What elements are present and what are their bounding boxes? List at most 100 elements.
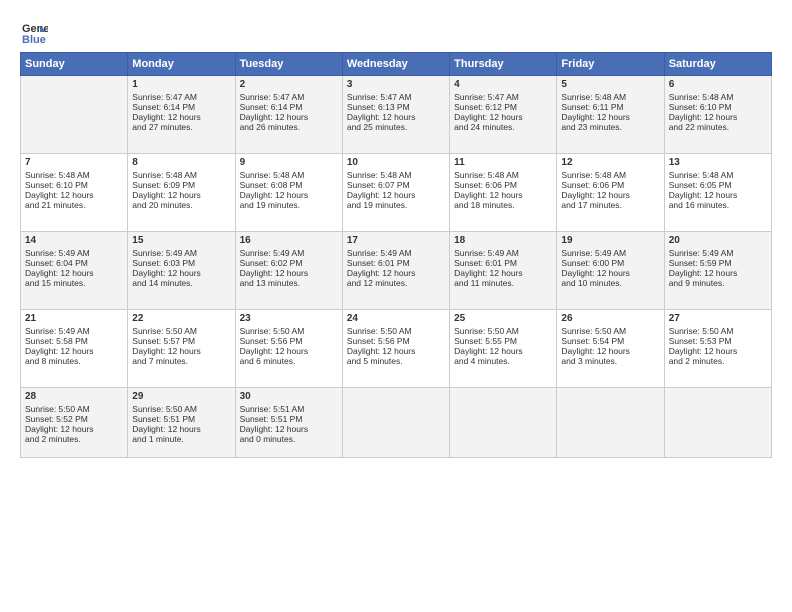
day-number: 2 [240, 79, 338, 90]
cell-line: and 27 minutes. [132, 122, 230, 132]
cell-line: Sunrise: 5:50 AM [454, 326, 552, 336]
cell-line: Daylight: 12 hours [561, 346, 659, 356]
cell-line: Sunset: 6:10 PM [669, 102, 767, 112]
col-header-tuesday: Tuesday [235, 53, 342, 76]
day-cell [664, 388, 771, 458]
logo: General Blue [20, 18, 52, 46]
day-cell: 19Sunrise: 5:49 AMSunset: 6:00 PMDayligh… [557, 232, 664, 310]
cell-line: Sunrise: 5:48 AM [669, 92, 767, 102]
cell-line: Sunset: 6:09 PM [132, 180, 230, 190]
cell-line: Daylight: 12 hours [669, 268, 767, 278]
cell-line: and 19 minutes. [347, 200, 445, 210]
day-cell: 13Sunrise: 5:48 AMSunset: 6:05 PMDayligh… [664, 154, 771, 232]
cell-line: and 9 minutes. [669, 278, 767, 288]
day-number: 10 [347, 157, 445, 168]
day-number: 17 [347, 235, 445, 246]
cell-line: and 4 minutes. [454, 356, 552, 366]
day-number: 20 [669, 235, 767, 246]
cell-line: and 0 minutes. [240, 434, 338, 444]
week-row-2: 7Sunrise: 5:48 AMSunset: 6:10 PMDaylight… [21, 154, 772, 232]
cell-line: and 26 minutes. [240, 122, 338, 132]
day-cell: 29Sunrise: 5:50 AMSunset: 5:51 PMDayligh… [128, 388, 235, 458]
day-number: 19 [561, 235, 659, 246]
col-header-thursday: Thursday [450, 53, 557, 76]
col-header-wednesday: Wednesday [342, 53, 449, 76]
cell-line: and 12 minutes. [347, 278, 445, 288]
day-cell: 21Sunrise: 5:49 AMSunset: 5:58 PMDayligh… [21, 310, 128, 388]
cell-line: Daylight: 12 hours [25, 346, 123, 356]
page: General Blue SundayMondayTuesdayWednesda… [0, 0, 792, 612]
cell-line: Sunset: 6:06 PM [454, 180, 552, 190]
day-number: 16 [240, 235, 338, 246]
cell-line: and 22 minutes. [669, 122, 767, 132]
day-cell: 28Sunrise: 5:50 AMSunset: 5:52 PMDayligh… [21, 388, 128, 458]
day-number: 7 [25, 157, 123, 168]
cell-line: Daylight: 12 hours [25, 190, 123, 200]
cell-line: Daylight: 12 hours [669, 346, 767, 356]
cell-line: Daylight: 12 hours [132, 424, 230, 434]
day-cell [342, 388, 449, 458]
cell-line: Sunset: 5:58 PM [25, 336, 123, 346]
cell-line: Sunrise: 5:50 AM [240, 326, 338, 336]
cell-line: Daylight: 12 hours [132, 346, 230, 356]
cell-line: Daylight: 12 hours [347, 112, 445, 122]
day-cell: 20Sunrise: 5:49 AMSunset: 5:59 PMDayligh… [664, 232, 771, 310]
day-cell: 8Sunrise: 5:48 AMSunset: 6:09 PMDaylight… [128, 154, 235, 232]
cell-line: Daylight: 12 hours [240, 424, 338, 434]
cell-line: Sunset: 5:51 PM [132, 414, 230, 424]
cell-line: Sunset: 6:08 PM [240, 180, 338, 190]
day-number: 4 [454, 79, 552, 90]
cell-line: Daylight: 12 hours [561, 190, 659, 200]
cell-line: and 17 minutes. [561, 200, 659, 210]
cell-line: Sunset: 6:04 PM [25, 258, 123, 268]
cell-line: Daylight: 12 hours [240, 346, 338, 356]
cell-line: and 6 minutes. [240, 356, 338, 366]
cell-line: Daylight: 12 hours [132, 190, 230, 200]
cell-line: Sunrise: 5:48 AM [454, 170, 552, 180]
cell-line: and 8 minutes. [25, 356, 123, 366]
day-number: 22 [132, 313, 230, 324]
cell-line: Sunset: 6:06 PM [561, 180, 659, 190]
day-number: 13 [669, 157, 767, 168]
cell-line: and 24 minutes. [454, 122, 552, 132]
day-cell: 15Sunrise: 5:49 AMSunset: 6:03 PMDayligh… [128, 232, 235, 310]
day-number: 1 [132, 79, 230, 90]
cell-line: Sunrise: 5:51 AM [240, 404, 338, 414]
cell-line: Sunrise: 5:49 AM [25, 326, 123, 336]
cell-line: Sunset: 5:57 PM [132, 336, 230, 346]
cell-line: Daylight: 12 hours [240, 190, 338, 200]
day-cell: 12Sunrise: 5:48 AMSunset: 6:06 PMDayligh… [557, 154, 664, 232]
calendar-table: SundayMondayTuesdayWednesdayThursdayFrid… [20, 52, 772, 458]
day-cell: 24Sunrise: 5:50 AMSunset: 5:56 PMDayligh… [342, 310, 449, 388]
cell-line: Sunset: 6:01 PM [454, 258, 552, 268]
cell-line: Sunset: 5:55 PM [454, 336, 552, 346]
day-number: 6 [669, 79, 767, 90]
cell-line: Sunrise: 5:50 AM [132, 326, 230, 336]
cell-line: Sunset: 5:53 PM [669, 336, 767, 346]
day-number: 5 [561, 79, 659, 90]
cell-line: Sunset: 6:05 PM [669, 180, 767, 190]
day-cell: 10Sunrise: 5:48 AMSunset: 6:07 PMDayligh… [342, 154, 449, 232]
cell-line: Sunset: 6:00 PM [561, 258, 659, 268]
day-number: 23 [240, 313, 338, 324]
cell-line: and 5 minutes. [347, 356, 445, 366]
cell-line: Sunrise: 5:50 AM [561, 326, 659, 336]
cell-line: Sunrise: 5:50 AM [25, 404, 123, 414]
cell-line: Sunrise: 5:49 AM [454, 248, 552, 258]
col-header-monday: Monday [128, 53, 235, 76]
cell-line: and 7 minutes. [132, 356, 230, 366]
cell-line: Sunrise: 5:47 AM [240, 92, 338, 102]
day-cell: 14Sunrise: 5:49 AMSunset: 6:04 PMDayligh… [21, 232, 128, 310]
cell-line: Sunrise: 5:48 AM [25, 170, 123, 180]
cell-line: Daylight: 12 hours [561, 112, 659, 122]
day-cell: 3Sunrise: 5:47 AMSunset: 6:13 PMDaylight… [342, 76, 449, 154]
cell-line: Sunrise: 5:48 AM [561, 170, 659, 180]
day-cell [450, 388, 557, 458]
cell-line: Sunset: 6:01 PM [347, 258, 445, 268]
cell-line: Sunrise: 5:48 AM [561, 92, 659, 102]
day-cell: 25Sunrise: 5:50 AMSunset: 5:55 PMDayligh… [450, 310, 557, 388]
logo-icon: General Blue [20, 18, 48, 46]
cell-line: Sunrise: 5:50 AM [669, 326, 767, 336]
day-cell: 16Sunrise: 5:49 AMSunset: 6:02 PMDayligh… [235, 232, 342, 310]
cell-line: Daylight: 12 hours [25, 268, 123, 278]
